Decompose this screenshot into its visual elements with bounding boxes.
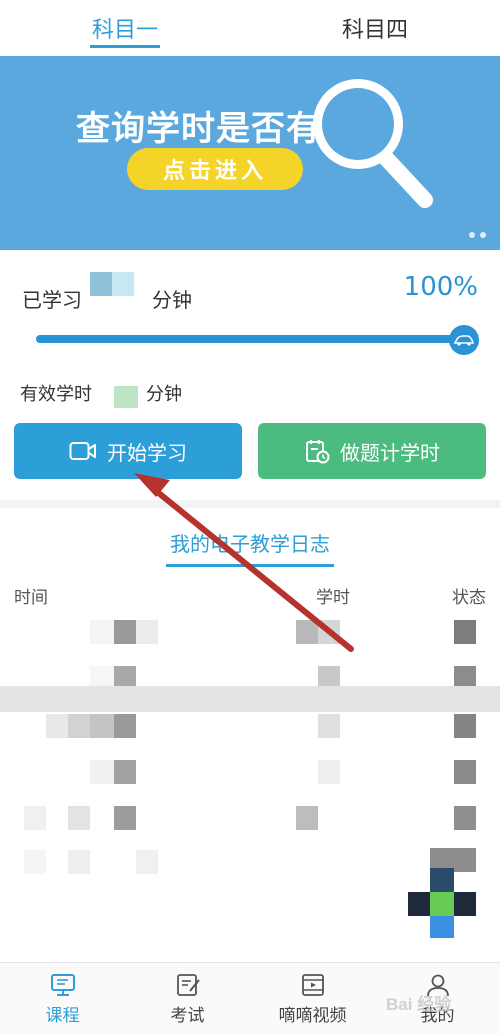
column-header-time: 时间 (14, 588, 48, 608)
column-header-hours: 学时 (316, 588, 350, 608)
status-mosaic (408, 892, 430, 916)
video-icon (301, 973, 324, 996)
carousel-dots (469, 232, 486, 238)
tab-subject-four[interactable]: 科目四 (250, 0, 500, 56)
carousel-dot[interactable] (469, 232, 475, 238)
status-mosaic (454, 892, 476, 916)
effective-hours-label: 有效学时 (20, 384, 92, 405)
tab-subject-one[interactable]: 科目一 (0, 0, 250, 56)
study-progress-panel: 已学习 分钟 100% 有效学时 分钟 开始学习 做题计学时 (0, 250, 500, 500)
baidu-watermark: Bai 经验 (386, 995, 452, 1014)
redacted-minutes (90, 272, 134, 296)
nav-item-video[interactable]: 嘀嘀视频 (250, 963, 375, 1034)
promo-banner[interactable]: 查询学时是否有效? 点击进入 (0, 56, 500, 250)
progress-percent: 100% (403, 272, 478, 302)
banner-title-main: 查询学时是否有 (76, 109, 321, 149)
effective-minutes-unit: 分钟 (146, 384, 182, 405)
clipboard-clock-icon (306, 440, 330, 464)
exam-icon (176, 973, 200, 996)
start-study-button[interactable]: 开始学习 (14, 423, 242, 479)
banner-enter-button[interactable]: 点击进入 (127, 148, 303, 190)
table-row[interactable] (0, 756, 500, 804)
nav-label-exam: 考试 (170, 1005, 205, 1026)
status-mosaic (430, 916, 454, 938)
table-row[interactable] (0, 846, 500, 894)
status-mosaic (430, 892, 454, 916)
journal-title-underline (166, 564, 334, 567)
car-icon (449, 325, 479, 355)
progress-bar (36, 335, 464, 343)
start-study-label: 开始学习 (107, 440, 187, 465)
nav-label-video: 嘀嘀视频 (278, 1005, 347, 1026)
magnifier-icon (313, 79, 433, 208)
table-row[interactable] (0, 802, 500, 850)
quiz-timing-label: 做题计学时 (340, 440, 440, 465)
nav-item-course[interactable]: 课程 (0, 963, 125, 1034)
teaching-journal: 我的电子教学日志 时间 学时 状态 (0, 500, 500, 962)
nav-label-course: 课程 (45, 1005, 80, 1026)
table-row-highlight (0, 686, 500, 712)
nav-item-exam[interactable]: 考试 (125, 963, 250, 1034)
subject-tabs: 科目一 科目四 (0, 0, 500, 56)
studied-label: 已学习 (22, 288, 82, 312)
progress-bar-fill (36, 335, 464, 343)
carousel-dot[interactable] (480, 232, 486, 238)
table-row[interactable] (0, 616, 500, 664)
monitor-icon (50, 973, 75, 996)
column-header-status: 状态 (452, 588, 486, 608)
studied-minutes-unit: 分钟 (152, 288, 192, 312)
redacted-effective (114, 386, 138, 408)
quiz-timing-button[interactable]: 做题计学时 (258, 423, 486, 479)
status-mosaic (430, 868, 454, 892)
camera-icon (69, 442, 96, 460)
journal-title[interactable]: 我的电子教学日志 (0, 528, 500, 557)
table-row[interactable] (0, 710, 500, 758)
